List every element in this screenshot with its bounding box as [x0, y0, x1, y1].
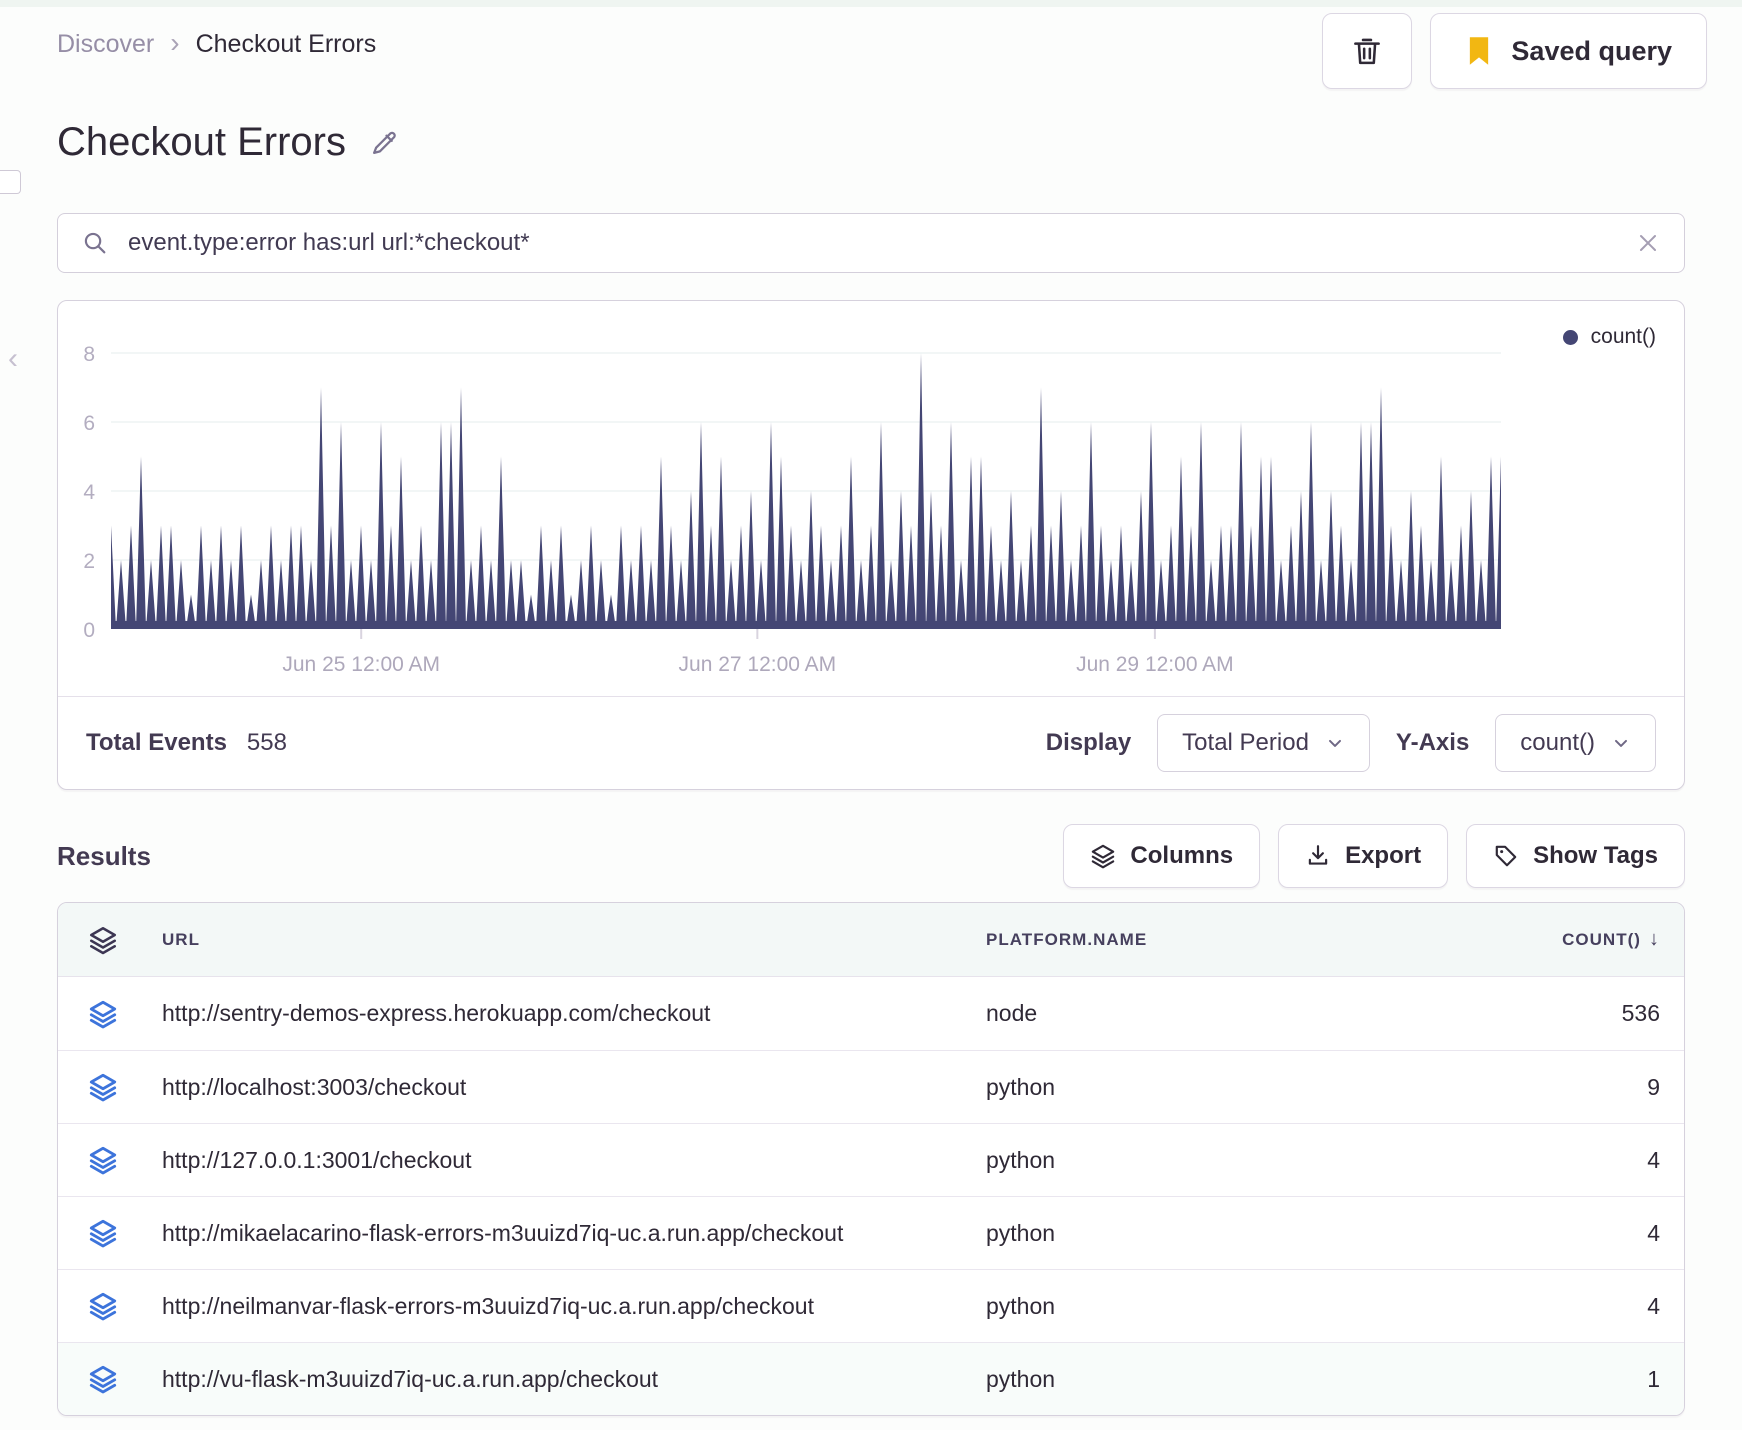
page-title-row: Checkout Errors — [57, 120, 400, 165]
table-row[interactable]: http://sentry-demos-express.herokuapp.co… — [58, 977, 1684, 1050]
page-title: Checkout Errors — [57, 120, 346, 164]
table-body: http://sentry-demos-express.herokuapp.co… — [58, 977, 1684, 1415]
bookmark-icon — [1470, 37, 1489, 65]
show-tags-button[interactable]: Show Tags — [1466, 824, 1685, 888]
stack-icon[interactable] — [88, 1364, 118, 1394]
tag-icon — [1495, 845, 1517, 867]
results-heading: Results — [57, 840, 151, 871]
events-chart-panel: count() 0 2 4 6 8 Jun 25 12:00 AM Jun 27 12:00… — [57, 300, 1685, 790]
columns-button[interactable]: Columns — [1063, 824, 1261, 888]
clear-search-icon[interactable] — [1636, 231, 1660, 255]
show-tags-button-label: Show Tags — [1533, 842, 1658, 869]
table-row[interactable]: http://127.0.0.1:3001/checkout python 4 — [58, 1123, 1684, 1196]
svg-text:4: 4 — [83, 481, 95, 504]
svg-text:2: 2 — [83, 550, 95, 573]
column-header-count[interactable]: COUNT() ↓ — [1464, 928, 1660, 951]
legend-series-label: count() — [1590, 325, 1656, 348]
cell-platform: node — [986, 1000, 1038, 1026]
column-header-url[interactable]: URL — [162, 930, 986, 950]
stack-icon[interactable] — [88, 1072, 118, 1102]
export-button[interactable]: Export — [1278, 824, 1449, 888]
total-events-label: Total Events — [86, 729, 227, 756]
column-header-platform[interactable]: PLATFORM.NAME — [986, 930, 1464, 950]
edit-title-pencil-icon[interactable] — [368, 127, 400, 159]
svg-text:0: 0 — [83, 619, 95, 642]
display-dropdown-value: Total Period — [1182, 729, 1309, 756]
saved-query-button[interactable]: Saved query — [1430, 13, 1707, 89]
table-row[interactable]: http://neilmanvar-flask-errors-m3uuizd7i… — [58, 1269, 1684, 1342]
cell-url[interactable]: http://localhost:3003/checkout — [162, 1074, 986, 1101]
table-row[interactable]: http://mikaelacarino-flask-errors-m3uuiz… — [58, 1196, 1684, 1269]
results-table: URL PLATFORM.NAME COUNT() ↓ http://sentr… — [57, 902, 1685, 1416]
results-toolbar: Columns Export Show Tags — [1063, 824, 1685, 888]
chevron-down-icon — [1328, 739, 1341, 747]
saved-query-label: Saved query — [1511, 35, 1672, 66]
breadcrumb-discover-link[interactable]: Discover — [57, 30, 154, 59]
chart-legend[interactable]: count() — [1562, 325, 1656, 349]
cell-platform: python — [986, 1292, 1056, 1319]
cell-platform: python — [986, 1146, 1056, 1173]
search-icon — [84, 232, 106, 254]
chart-controls: Display Total Period Y-Axis count() — [1046, 714, 1656, 772]
cell-count: 9 — [1647, 1073, 1660, 1100]
sort-desc-icon: ↓ — [1648, 928, 1660, 950]
breadcrumb: Discover › Checkout Errors — [57, 26, 377, 59]
cell-count: 4 — [1647, 1292, 1660, 1319]
svg-text:6: 6 — [83, 412, 95, 435]
layers-icon — [1092, 844, 1115, 869]
stack-icon[interactable] — [88, 925, 118, 955]
header-actions: Saved query — [1322, 13, 1707, 89]
cell-count: 4 — [1647, 1219, 1660, 1246]
display-dropdown[interactable]: Total Period — [1157, 714, 1370, 772]
svg-text:Jun 25 12:00 AM: Jun 25 12:00 AM — [282, 653, 440, 676]
cell-url[interactable]: http://127.0.0.1:3001/checkout — [162, 1147, 986, 1174]
yaxis-dropdown[interactable]: count() — [1495, 714, 1656, 772]
search-bar — [57, 213, 1685, 273]
sidebar-collapse-tab[interactable] — [0, 170, 21, 194]
cell-count: 536 — [1621, 1000, 1660, 1026]
delete-query-button[interactable] — [1322, 13, 1413, 89]
total-events-value: 558 — [246, 729, 287, 756]
cell-count: 4 — [1647, 1146, 1660, 1173]
svg-text:8: 8 — [83, 343, 95, 366]
stack-icon[interactable] — [88, 999, 118, 1029]
table-row[interactable]: http://localhost:3003/checkout python 9 — [58, 1050, 1684, 1123]
cell-count: 1 — [1647, 1365, 1660, 1392]
breadcrumb-current: Checkout Errors — [195, 30, 377, 58]
search-input[interactable] — [128, 229, 1616, 257]
stack-icon[interactable] — [88, 1218, 118, 1248]
table-row[interactable]: http://vu-flask-m3uuizd7iq-uc.a.run.app/… — [58, 1342, 1684, 1415]
top-strip — [0, 0, 1742, 7]
trash-icon — [1354, 38, 1381, 65]
legend-dot-icon — [1562, 329, 1578, 345]
cell-url[interactable]: http://mikaelacarino-flask-errors-m3uuiz… — [162, 1220, 986, 1247]
events-area-chart: 0 2 4 6 8 Jun 25 12:00 AM Jun 27 12:00 AM Jun 2… — [83, 343, 1501, 676]
yaxis-label: Y-Axis — [1395, 729, 1470, 756]
download-icon — [1308, 845, 1328, 865]
stack-icon[interactable] — [88, 1145, 118, 1175]
chevron-down-icon — [1615, 739, 1627, 747]
chevron-right-icon: › — [170, 26, 180, 58]
cell-platform: python — [986, 1365, 1056, 1392]
svg-text:Jun 29 12:00 AM: Jun 29 12:00 AM — [1076, 653, 1234, 676]
stack-icon[interactable] — [88, 1291, 118, 1321]
cell-platform: python — [986, 1073, 1056, 1100]
table-header-row: URL PLATFORM.NAME COUNT() ↓ — [58, 903, 1684, 977]
cell-url[interactable]: http://neilmanvar-flask-errors-m3uuizd7i… — [162, 1293, 986, 1320]
display-label: Display — [1045, 729, 1132, 756]
svg-text:Jun 27 12:00 AM: Jun 27 12:00 AM — [679, 653, 837, 676]
columns-button-label: Columns — [1130, 842, 1234, 869]
results-header-row: Results Columns Export Show Tags — [57, 824, 1685, 888]
collapse-grip-icon[interactable]: ‹ — [8, 342, 18, 376]
chart-footer: Total Events 558 Display Total Period Y-… — [58, 696, 1684, 789]
cell-url[interactable]: http://sentry-demos-express.herokuapp.co… — [162, 1000, 986, 1027]
cell-url[interactable]: http://vu-flask-m3uuizd7iq-uc.a.run.app/… — [162, 1366, 986, 1393]
yaxis-dropdown-value: count() — [1520, 729, 1595, 756]
export-button-label: Export — [1345, 842, 1422, 869]
cell-platform: python — [986, 1219, 1056, 1246]
